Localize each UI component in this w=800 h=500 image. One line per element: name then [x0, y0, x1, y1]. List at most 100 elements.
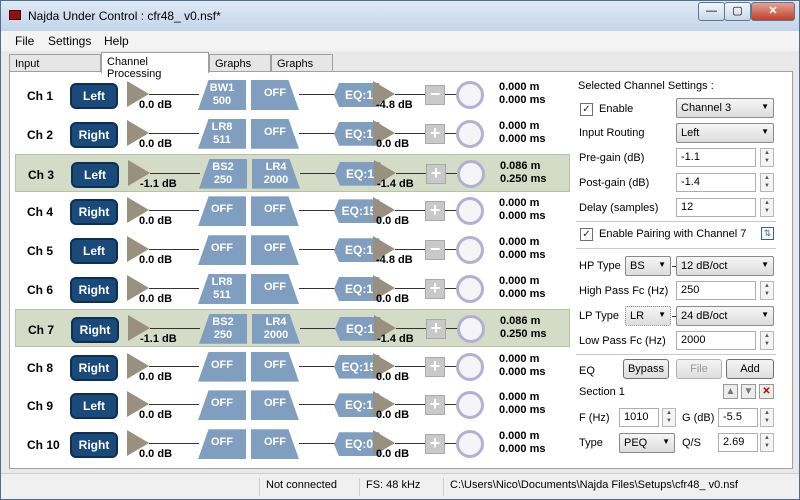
input-routing-button[interactable]: Right	[70, 121, 118, 148]
lowpass-filter-button[interactable]: OFF	[251, 80, 299, 110]
polarity-button[interactable]: +	[425, 395, 445, 416]
add-button[interactable]: Add	[726, 359, 774, 379]
lowpass-filter-button[interactable]: OFF	[251, 351, 299, 382]
input-routing-button[interactable]: Right	[70, 199, 118, 226]
move-down-icon[interactable]: ▼	[741, 384, 756, 399]
g-stepper[interactable]: ▲ ▼	[760, 408, 774, 427]
output-circle-icon[interactable]	[457, 159, 485, 188]
polarity-button[interactable]: +	[426, 318, 446, 339]
input-routing-button[interactable]: Left	[70, 393, 118, 420]
output-circle-icon[interactable]	[456, 236, 484, 265]
output-circle-icon[interactable]	[456, 352, 484, 381]
polarity-button[interactable]: +	[425, 356, 445, 377]
lowpass-filter-button[interactable]: OFF	[251, 429, 299, 460]
menu-help[interactable]: Help	[104, 34, 129, 48]
hp-fc-stepper[interactable]: ▲ ▼	[760, 281, 774, 300]
pregain-input[interactable]: -1.1	[676, 148, 756, 167]
polarity-button[interactable]: −	[425, 85, 445, 105]
file-button[interactable]: File	[676, 359, 722, 379]
move-up-icon[interactable]: ▲	[723, 384, 738, 399]
lowpass-filter-button[interactable]: LR4 2000	[252, 158, 300, 189]
output-circle-icon[interactable]	[456, 430, 484, 459]
output-circle-icon[interactable]	[456, 81, 484, 109]
close-button[interactable]: ✕	[751, 2, 795, 21]
channel-select[interactable]: Channel 3 ▼	[676, 98, 774, 118]
input-routing-button[interactable]: Right	[70, 432, 118, 459]
polarity-button[interactable]: +	[425, 279, 445, 299]
hp-slope-select[interactable]: 12 dB/oct ▼	[676, 256, 774, 276]
output-circle-icon[interactable]	[456, 391, 484, 420]
channel-row[interactable]: Ch 9 Left 0.0 dB OFF OFF EQ:1 0.0 dB +0.000 m 0.…	[15, 386, 570, 424]
polarity-button[interactable]: +	[426, 163, 446, 184]
channel-row[interactable]: Ch 3 Left -1.1 dB BS2 250 LR4 2000 EQ:1 -1.4 dB +…	[15, 153, 570, 192]
eq-type-select[interactable]: PEQ ▼	[619, 433, 675, 453]
lp-fc-input[interactable]: 2000	[676, 331, 756, 350]
pairing-checkbox[interactable]: ✓	[580, 228, 593, 241]
delay-input[interactable]: 12	[676, 198, 756, 217]
channel-row[interactable]: Ch 1 Left 0.0 dB BW1 500 OFF EQ:1 -4.8 dB −0.000…	[15, 76, 570, 114]
g-input[interactable]: -5.5	[718, 408, 758, 427]
highpass-filter-button[interactable]: OFF	[198, 351, 246, 382]
input-routing-button[interactable]: Right	[70, 354, 118, 381]
polarity-button[interactable]: +	[425, 123, 445, 144]
input-routing-button[interactable]: Right	[70, 277, 118, 303]
pregain-stepper[interactable]: ▲ ▼	[760, 148, 774, 167]
highpass-filter-button[interactable]: LR8 511	[198, 118, 246, 149]
output-circle-icon[interactable]	[456, 119, 484, 148]
highpass-filter-button[interactable]: OFF	[198, 196, 246, 227]
tab-channel-processing[interactable]: Channel Processing	[101, 52, 209, 80]
lowpass-filter-button[interactable]: OFF	[251, 235, 299, 266]
input-routing-button[interactable]: Left	[70, 83, 118, 109]
polarity-button[interactable]: +	[425, 201, 445, 222]
qs-stepper[interactable]: ▲ ▼	[760, 433, 774, 452]
highpass-filter-button[interactable]: OFF	[198, 429, 246, 460]
hp-type-select[interactable]: BS ▼	[625, 256, 671, 276]
output-circle-icon[interactable]	[457, 314, 485, 343]
highpass-filter-button[interactable]: OFF	[198, 235, 246, 266]
lowpass-filter-button[interactable]: OFF	[251, 118, 299, 149]
polarity-button[interactable]: −	[425, 240, 445, 261]
lowpass-filter-button[interactable]: OFF	[251, 274, 299, 304]
input-routing-button[interactable]: Left	[70, 238, 118, 265]
highpass-filter-button[interactable]: LR8 511	[198, 274, 246, 304]
channel-row[interactable]: Ch 2 Right 0.0 dB LR8 511 OFF EQ:1 0.0 dB +0.000…	[15, 115, 570, 153]
output-circle-icon[interactable]	[456, 275, 484, 303]
enable-checkbox[interactable]: ✓	[580, 103, 593, 116]
channel-row[interactable]: Ch 10 Right 0.0 dB OFF OFF EQ:0 0.0 dB +0.000 m…	[15, 425, 570, 463]
lp-type-select[interactable]: LR ▼	[625, 306, 671, 326]
channel-row[interactable]: Ch 6 Right 0.0 dB LR8 511 OFF EQ:1 0.0 dB +0.000…	[15, 270, 570, 308]
link-icon[interactable]: ⇅	[761, 227, 774, 240]
highpass-filter-button[interactable]: OFF	[198, 390, 246, 421]
lowpass-filter-button[interactable]: OFF	[251, 196, 299, 227]
highpass-filter-button[interactable]: BW1 500	[198, 80, 246, 110]
lp-fc-stepper[interactable]: ▲ ▼	[760, 331, 774, 350]
input-routing-button[interactable]: Right	[71, 316, 119, 343]
menu-settings[interactable]: Settings	[48, 34, 91, 48]
maximize-button[interactable]: ▢	[724, 2, 751, 21]
input-routing-button[interactable]: Left	[71, 161, 119, 188]
lp-slope-select[interactable]: 24 dB/oct ▼	[676, 306, 774, 326]
input-routing-select[interactable]: Left ▼	[676, 123, 774, 143]
highpass-filter-button[interactable]: BS2 250	[199, 313, 247, 344]
channel-row[interactable]: Ch 8 Right 0.0 dB OFF OFF EQ:15 0.0 dB +0.000 m…	[15, 348, 570, 386]
menu-file[interactable]: File	[15, 34, 34, 48]
delete-icon[interactable]: ✕	[759, 384, 774, 399]
delay-stepper[interactable]: ▲ ▼	[760, 198, 774, 217]
f-stepper[interactable]: ▲ ▼	[662, 408, 676, 427]
channel-row[interactable]: Ch 4 Right 0.0 dB OFF OFF EQ:15 0.0 dB +0.000 m…	[15, 192, 570, 230]
postgain-stepper[interactable]: ▲ ▼	[760, 173, 774, 192]
postgain-input[interactable]: -1.4	[676, 173, 756, 192]
f-input[interactable]: 1010	[619, 408, 659, 427]
hp-fc-input[interactable]: 250	[676, 281, 756, 300]
channel-row[interactable]: Ch 7 Right -1.1 dB BS2 250 LR4 2000 EQ:1 -1.4 dB…	[15, 308, 570, 347]
delay-ms: 0.250 ms	[500, 172, 547, 185]
output-circle-icon[interactable]	[456, 197, 484, 226]
lowpass-filter-button[interactable]: OFF	[251, 390, 299, 421]
lowpass-filter-button[interactable]: LR4 2000	[252, 313, 300, 344]
polarity-button[interactable]: +	[425, 434, 445, 455]
minimize-button[interactable]: —	[698, 2, 725, 21]
highpass-filter-button[interactable]: BS2 250	[199, 158, 247, 189]
qs-input[interactable]: 2.69	[718, 433, 758, 452]
bypass-button[interactable]: Bypass	[623, 359, 669, 379]
channel-row[interactable]: Ch 5 Left 0.0 dB OFF OFF EQ:1 -4.8 dB −0.000 m0…	[15, 231, 570, 269]
